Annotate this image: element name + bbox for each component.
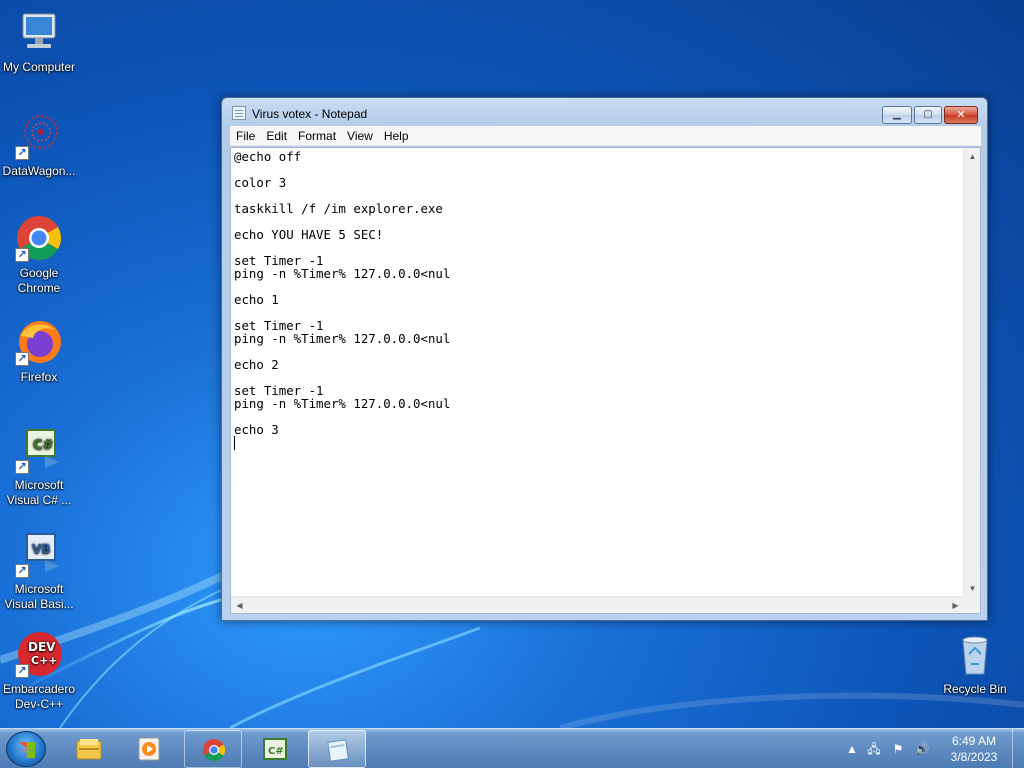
text-line: ping -n %Timer% 127.0.0.0<nul	[234, 331, 451, 346]
text-line: echo 1	[234, 292, 279, 307]
scroll-down-arrow-icon[interactable]: ▼	[964, 580, 981, 597]
svg-text:C++: C++	[31, 654, 58, 667]
desktop-icon-datawagon[interactable]: ↗ DataWagon...	[0, 112, 78, 179]
desktop-icon-label: Embarcadero Dev-C++	[2, 682, 76, 711]
recycle-bin-icon	[951, 630, 999, 678]
menu-format[interactable]: Format	[292, 126, 341, 143]
taskbar-chrome-button[interactable]	[184, 730, 242, 768]
firefox-icon: ↗	[15, 318, 63, 366]
caret-line	[234, 436, 963, 450]
window-title: Virus votex - Notepad	[252, 107, 368, 121]
desktop-icon-label: DataWagon...	[2, 164, 76, 178]
text-line: @echo off	[234, 149, 302, 164]
menu-file[interactable]: File	[230, 126, 260, 143]
svg-text:DEV: DEV	[28, 640, 56, 654]
chrome-icon	[201, 738, 227, 762]
scroll-left-arrow-icon[interactable]: ◀	[231, 597, 248, 614]
scroll-right-arrow-icon[interactable]: ▶	[947, 597, 964, 614]
text-line	[234, 410, 963, 423]
desktop-icon-chrome[interactable]: ↗ Google Chrome	[0, 214, 78, 296]
explorer-icon	[76, 737, 102, 761]
visual-csharp-icon: C#	[262, 737, 288, 761]
text-line	[234, 280, 963, 293]
show-hidden-icons-icon[interactable]: ▲	[844, 741, 860, 757]
text-line	[234, 371, 963, 384]
text-line: ping -n %Timer% 127.0.0.0<nul	[234, 396, 451, 411]
taskbar: C# ▲ 🖧 ⚑ 🔊 6:49 AM 3/8/2023	[0, 728, 1024, 768]
action-center-icon[interactable]: ⚑	[890, 741, 906, 757]
text-line: echo YOU HAVE 5 SEC!	[234, 227, 384, 242]
svg-text:VB: VB	[32, 542, 50, 556]
taskbar-media-player-button[interactable]	[120, 730, 178, 768]
network-icon[interactable]: 🖧	[866, 741, 882, 757]
clock-time: 6:49 AM	[951, 734, 997, 748]
visual-basic-icon: VB ↗	[15, 530, 63, 578]
notepad-icon	[325, 738, 351, 762]
notepad-icon	[232, 106, 246, 120]
text-line: echo 2	[234, 357, 279, 372]
shortcut-arrow-icon: ↗	[15, 352, 29, 366]
menu-edit[interactable]: Edit	[260, 126, 292, 143]
visual-csharp-icon: C# ↗	[15, 426, 63, 474]
shortcut-arrow-icon: ↗	[15, 146, 29, 160]
menu-help[interactable]: Help	[378, 126, 414, 143]
computer-icon	[15, 8, 63, 56]
text-content[interactable]: @echo off color 3 taskkill /f /im explor…	[233, 148, 963, 594]
start-button[interactable]	[6, 731, 46, 767]
maximize-button[interactable]: ▢	[914, 106, 942, 124]
text-line	[234, 241, 963, 254]
clock-date: 3/8/2023	[950, 750, 998, 764]
svg-text:C#: C#	[268, 746, 284, 757]
shortcut-arrow-icon: ↗	[15, 248, 29, 262]
desktop-icon-visual-csharp[interactable]: C# ↗ Microsoft Visual C# ...	[0, 426, 78, 508]
desktop-icon-label: My Computer	[2, 60, 76, 74]
text-caret	[234, 436, 235, 450]
vertical-scrollbar[interactable]: ▲ ▼	[963, 148, 980, 597]
datawagon-icon: ↗	[15, 112, 63, 160]
media-player-icon	[136, 737, 162, 761]
horizontal-scrollbar[interactable]: ◀ ▶	[231, 596, 964, 613]
text-line: ping -n %Timer% 127.0.0.0<nul	[234, 266, 451, 281]
chrome-icon: ↗	[15, 214, 63, 262]
close-button[interactable]: ✕	[944, 106, 978, 124]
desktop-icon-label: Microsoft Visual C# ...	[6, 478, 72, 507]
title-bar[interactable]: Virus votex - Notepad ▁ ▢ ✕	[222, 98, 987, 124]
taskbar-clock[interactable]: 6:49 AM 3/8/2023	[943, 733, 1005, 765]
taskbar-notepad-button[interactable]	[308, 730, 366, 768]
desktop-icon-my-computer[interactable]: My Computer	[0, 8, 78, 75]
desktop-icon-visual-basic[interactable]: VB ↗ Microsoft Visual Basi...	[0, 530, 78, 612]
volume-icon[interactable]: 🔊	[914, 741, 930, 757]
desktop-icon-label: Firefox	[20, 370, 58, 384]
text-line	[234, 306, 963, 319]
taskbar-explorer-button[interactable]	[60, 730, 118, 768]
shortcut-arrow-icon: ↗	[15, 460, 29, 474]
text-line: taskkill /f /im explorer.exe	[234, 201, 443, 216]
desktop-icon-firefox[interactable]: ↗ Firefox	[0, 318, 78, 385]
taskbar-visual-csharp-button[interactable]: C#	[246, 730, 304, 768]
text-line: echo 3	[234, 422, 279, 437]
shortcut-arrow-icon: ↗	[15, 564, 29, 578]
text-line	[234, 345, 963, 358]
desktop-icon-label: Microsoft Visual Basi...	[4, 582, 74, 611]
devcpp-icon: DEV C++ ↗	[15, 630, 63, 678]
desktop-icon-devcpp[interactable]: DEV C++ ↗ Embarcadero Dev-C++	[0, 630, 78, 712]
minimize-button[interactable]: ▁	[882, 106, 912, 124]
text-line: color 3	[234, 175, 287, 190]
notepad-window[interactable]: Virus votex - Notepad ▁ ▢ ✕ File Edit Form…	[221, 97, 988, 621]
show-desktop-button[interactable]	[1012, 729, 1024, 768]
desktop-icon-label: Google Chrome	[17, 266, 61, 295]
resize-corner[interactable]	[963, 596, 980, 613]
svg-text:C#: C#	[33, 438, 54, 453]
shortcut-arrow-icon: ↗	[15, 664, 29, 678]
desktop-icon-label: Recycle Bin	[943, 682, 1007, 696]
scroll-up-arrow-icon[interactable]: ▲	[964, 148, 981, 165]
desktop-icon-recycle-bin[interactable]: Recycle Bin	[936, 630, 1014, 697]
text-line	[234, 163, 963, 176]
menu-bar: File Edit Format View Help	[230, 126, 981, 146]
menu-view[interactable]: View	[341, 126, 378, 143]
text-editor[interactable]: @echo off color 3 taskkill /f /im explor…	[230, 147, 981, 614]
